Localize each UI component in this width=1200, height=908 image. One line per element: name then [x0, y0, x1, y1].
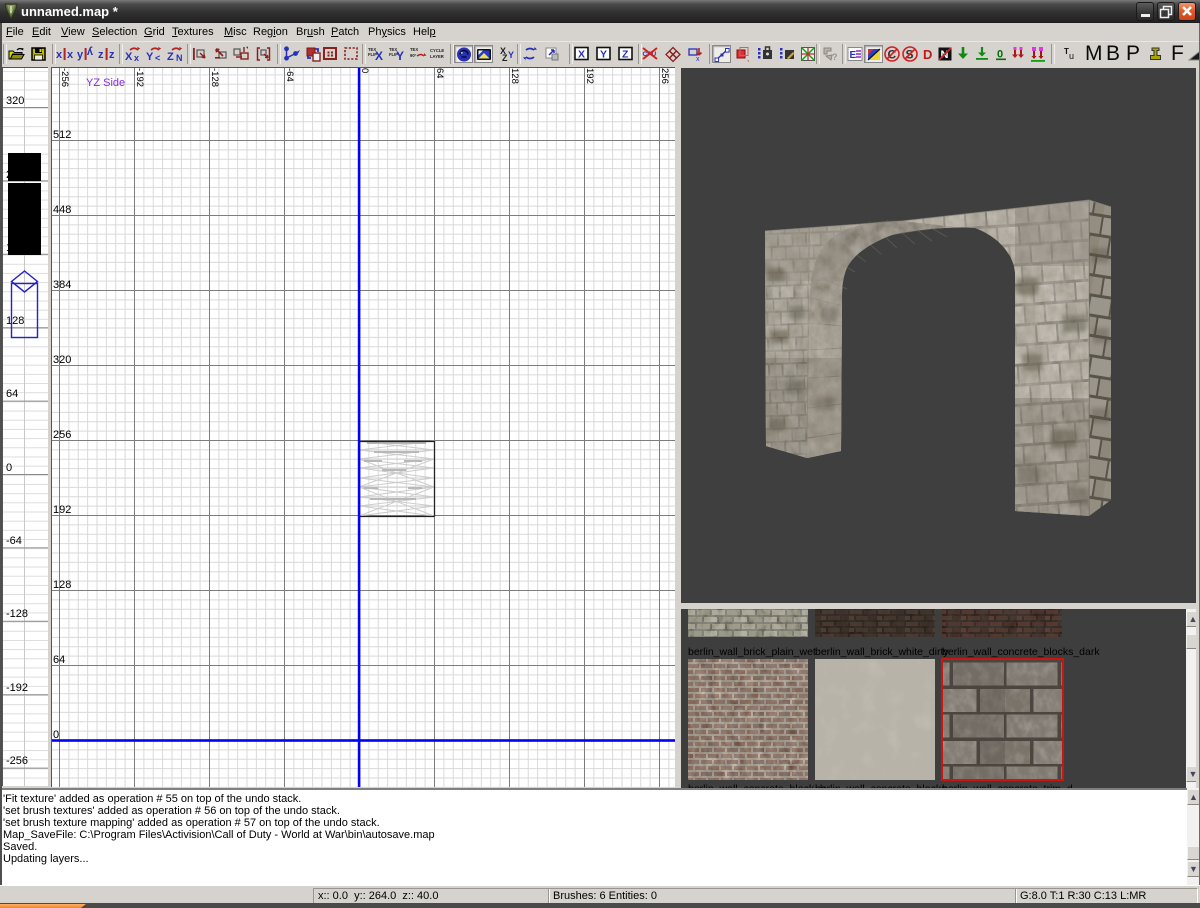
- svg-text:64: 64: [6, 388, 18, 400]
- svg-text:Z: Z: [167, 51, 174, 63]
- svg-text:-256: -256: [6, 755, 28, 767]
- svg-text:X: X: [578, 49, 585, 61]
- svg-text:x: x: [67, 49, 74, 61]
- svg-text:-192: -192: [6, 682, 28, 694]
- svg-text:320: 320: [6, 95, 24, 107]
- svg-text:Z: Z: [622, 49, 629, 61]
- svg-text:y: y: [86, 46, 93, 58]
- svg-text:<: <: [155, 53, 160, 63]
- svg-text:128: 128: [509, 68, 520, 84]
- svg-text:N: N: [176, 53, 183, 63]
- svg-text:64: 64: [434, 68, 445, 79]
- svg-text:u: u: [1069, 51, 1074, 61]
- svg-text:Y: Y: [508, 50, 514, 60]
- svg-text:192: 192: [53, 504, 71, 516]
- svg-text:X: X: [375, 49, 383, 63]
- svg-text:0: 0: [53, 729, 59, 741]
- svg-text:Y: Y: [396, 49, 404, 63]
- svg-text:256: 256: [53, 429, 71, 441]
- svg-text:D: D: [923, 47, 932, 62]
- svg-text:256: 256: [659, 68, 670, 84]
- svg-text:90°: 90°: [410, 53, 417, 58]
- svg-text:0: 0: [359, 68, 370, 73]
- svg-text:Y: Y: [600, 49, 607, 61]
- svg-text:512: 512: [53, 129, 71, 141]
- svg-text:berlin_wall_concrete_blocks_da: berlin_wall_concrete_blocks_dark: [942, 646, 1100, 658]
- svg-text:X: X: [125, 51, 133, 63]
- svg-text:-64: -64: [6, 535, 22, 547]
- svg-text:Y: Y: [146, 51, 154, 63]
- svg-text:berlin_wall_brick_white_dirty: berlin_wall_brick_white_dirty: [815, 646, 949, 658]
- svg-text:384: 384: [53, 279, 71, 291]
- svg-text:x: x: [134, 53, 139, 63]
- svg-text:0: 0: [6, 462, 12, 474]
- svg-text:64: 64: [53, 654, 65, 666]
- svg-text:YZ Side: YZ Side: [86, 77, 125, 89]
- svg-text:?: ?: [832, 52, 838, 62]
- svg-text:x: x: [696, 56, 700, 63]
- svg-text:128: 128: [53, 579, 71, 591]
- svg-text:128: 128: [6, 315, 24, 327]
- svg-text:x: x: [56, 49, 63, 61]
- svg-text:y: y: [77, 49, 84, 61]
- svg-text:-64: -64: [284, 68, 295, 82]
- svg-text:-192: -192: [134, 68, 145, 87]
- svg-text:320: 320: [53, 354, 71, 366]
- svg-text:448: 448: [53, 204, 71, 216]
- svg-text:,: ,: [747, 54, 749, 63]
- svg-text:-256: -256: [59, 68, 70, 87]
- svg-text:E: E: [850, 50, 857, 61]
- svg-text:berlin_wall_brick_plain_wet: berlin_wall_brick_plain_wet: [688, 646, 816, 658]
- svg-text:-128: -128: [209, 68, 220, 87]
- svg-text:LAYER: LAYER: [430, 54, 444, 59]
- svg-text:z: z: [109, 49, 115, 61]
- svg-text:-128: -128: [6, 608, 28, 620]
- svg-text:z: z: [98, 49, 104, 61]
- svg-text:192: 192: [584, 68, 595, 84]
- svg-text:CYCLE: CYCLE: [430, 48, 444, 53]
- svg-text:TEX: TEX: [410, 47, 418, 52]
